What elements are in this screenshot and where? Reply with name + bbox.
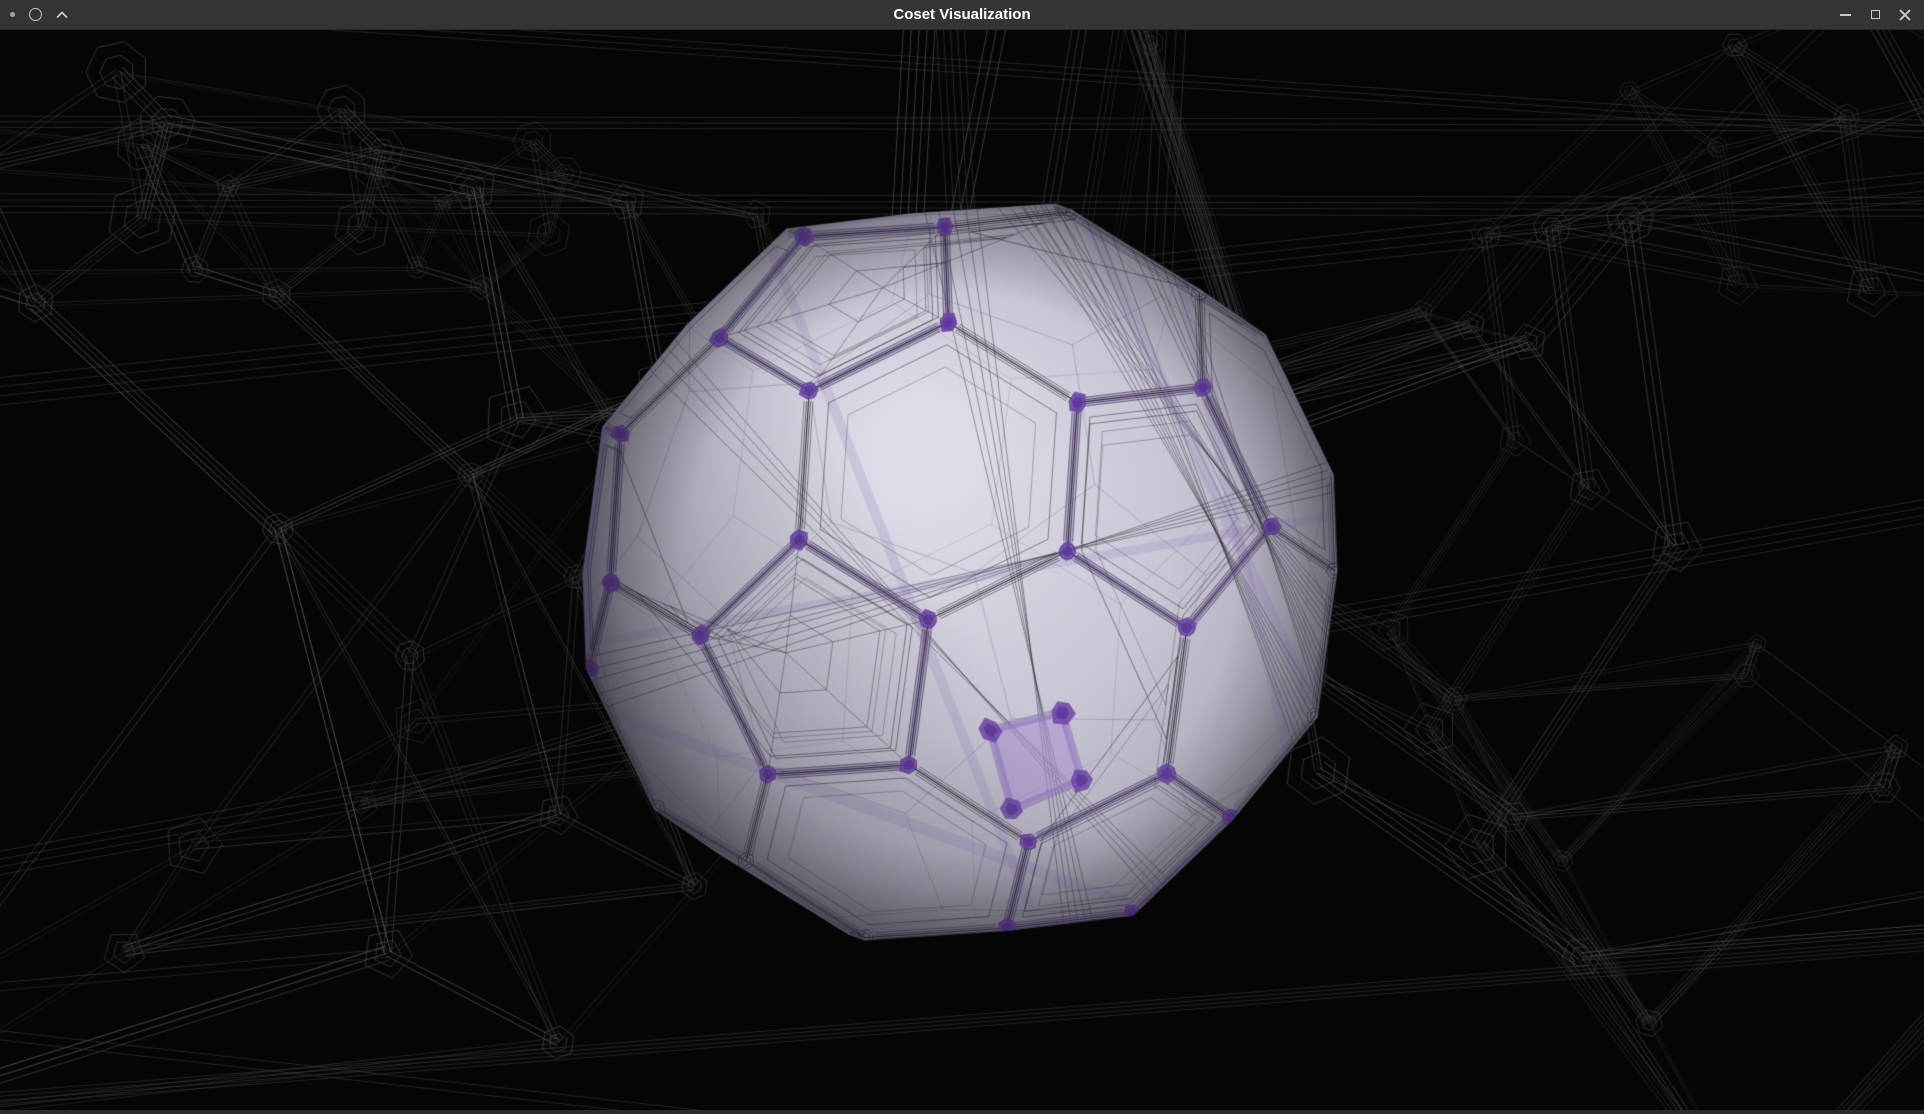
window-controls (1832, 0, 1924, 30)
titlebar: Coset Visualization (0, 0, 1924, 30)
visualization-canvas[interactable] (0, 30, 1924, 1110)
minimize-button[interactable] (1832, 0, 1858, 30)
close-button[interactable] (1892, 0, 1918, 30)
dot-icon[interactable] (10, 12, 15, 17)
chevron-up-icon[interactable] (56, 10, 68, 19)
minimize-icon (1840, 14, 1851, 16)
window-bottom-border (0, 1110, 1924, 1114)
maximize-button[interactable] (1862, 0, 1888, 30)
maximize-icon (1871, 10, 1880, 19)
window-title: Coset Visualization (0, 0, 1924, 29)
circle-icon[interactable] (29, 8, 42, 21)
app-window: Coset Visualization (0, 0, 1924, 1114)
titlebar-left-icons (0, 8, 68, 21)
close-icon (1898, 8, 1912, 22)
